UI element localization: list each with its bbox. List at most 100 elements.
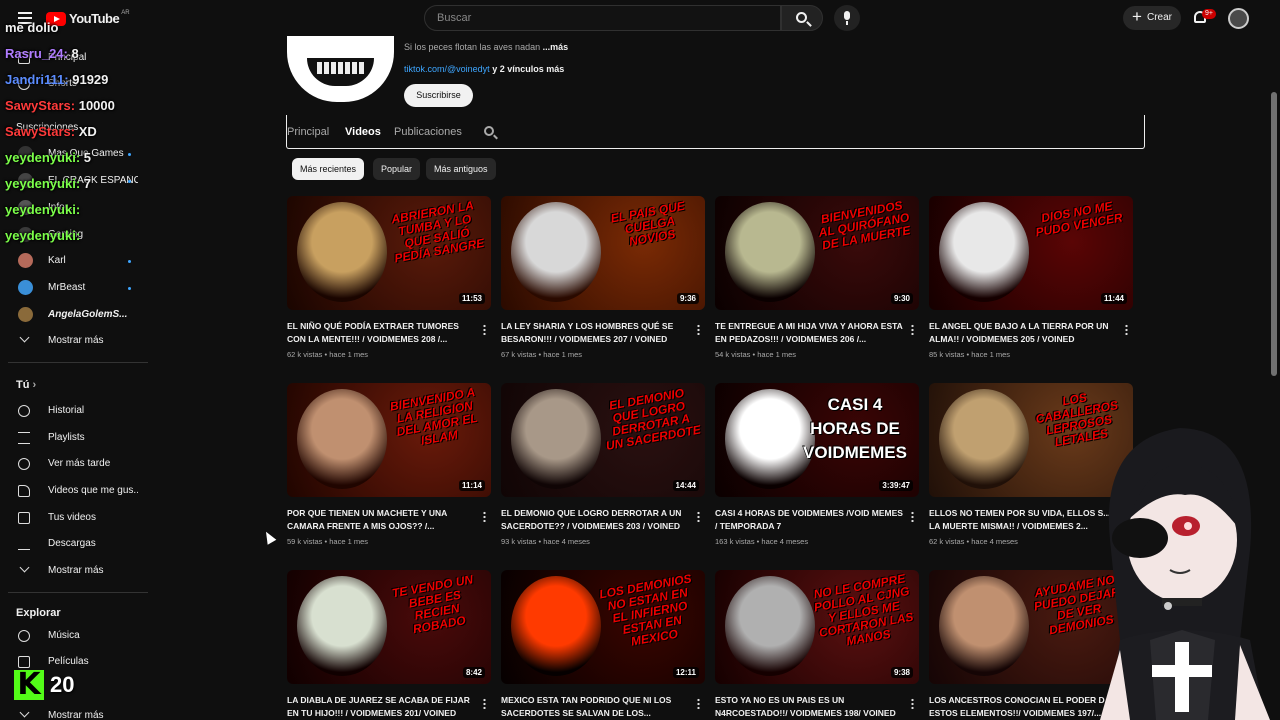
kick-logo: K [14,670,44,700]
video-thumbnail[interactable]: CASI 4 HORAS DE VOIDMEMES 3:39:47 [715,383,919,497]
video-duration: 12:11 [672,667,699,678]
video-thumbnail[interactable]: EL PAIS QUE CUELGA NOVIOS 9:36 [501,196,705,310]
sidebar-item-your-videos[interactable]: Tus videos [0,506,155,530]
chat-message: Rasru_24: 8 [5,46,79,61]
playlists-icon [18,432,30,444]
notification-badge: 9+ [1202,9,1216,19]
search-button[interactable] [781,5,823,31]
download-icon [18,538,30,550]
video-title[interactable]: LOS ANCESTROS CONOCIAN EL PODER D... EST… [929,694,1117,720]
tab-principal[interactable]: Principal [287,126,329,138]
more-options-icon[interactable] [911,698,914,709]
tab-videos[interactable]: Videos [345,126,381,138]
chat-text: 7 [83,176,92,191]
kick-counter: K 20 [14,670,74,700]
chat-user: SawyStars: [5,124,76,139]
chip-popular[interactable]: Popular [373,158,421,180]
sidebar-item-historial[interactable]: Historial [0,399,155,423]
video-title[interactable]: EL DEMONIO QUE LOGRO DERROTAR A UN SACER… [501,507,689,533]
more-options-icon[interactable] [697,698,700,709]
tab-publicaciones[interactable]: Publicaciones [394,126,462,138]
video-title[interactable]: TE ENTREGUE A MI HIJA VIVA Y AHORA ESTA … [715,320,903,346]
video-thumbnail[interactable]: ABRIERON LA TUMBA Y LO QUE SALIÓ PEDÍA S… [287,196,491,310]
thumbnail-text: NO LE COMPRE POLLO AL CJNG Y ELLOS ME CO… [812,571,915,649]
sidebar-item-liked-videos[interactable]: Videos que me gus... [0,479,155,503]
thumbnail-face [725,576,815,676]
subscription-item-mrbeast[interactable]: MrBeast [0,276,155,300]
more-options-icon[interactable] [697,511,700,522]
video-title[interactable]: EL ANGEL QUE BAJO A LA TIERRA POR UN ALM… [929,320,1117,346]
chat-message: yeydenyuki: 5 [5,150,91,165]
create-button[interactable]: Crear [1123,6,1181,30]
video-title[interactable]: LA DIABLA DE JUAREZ SE ACABA DE FIJAR EN… [287,694,475,720]
chat-message: me dolio [5,20,58,35]
chip-oldest[interactable]: Más antiguos [426,158,496,180]
video-thumbnail[interactable]: TE VENDO UN BEBE ES RECIEN ROBADO 8:42 [287,570,491,684]
thumbnail-text: EL DEMONIO QUE LOGRO DERROTAR A UN SACER… [604,385,702,453]
thumbnail-face [511,576,601,676]
divider [8,362,148,363]
scrollbar-thumb[interactable] [1271,92,1277,376]
more-options-icon[interactable] [697,324,700,335]
voice-search-icon[interactable] [834,5,860,31]
search-icon [484,126,494,136]
youtube-logo[interactable]: YouTube AR [46,10,130,26]
more-options-icon[interactable] [483,698,486,709]
more-link[interactable]: ...más [543,42,569,52]
video-thumbnail[interactable]: BIENVENIDOS AL QUIRÓFANO DE LA MUERTE 9:3… [715,196,919,310]
subscription-item-angela[interactable]: AngelaGolemS... [0,303,155,327]
show-more-button[interactable]: Mostrar más [0,559,155,583]
video-title[interactable]: MEXICO ESTA TAN PODRIDO QUE NI LOS SACER… [501,694,689,720]
video-duration: 9:36 [676,293,699,304]
video-title[interactable]: EL NIÑO QUÉ PODÍA EXTRAER TUMORES CON LA… [287,320,475,346]
video-thumbnail[interactable]: DIOS NO ME PUDO VENCER 11:44 [929,196,1133,310]
video-title[interactable]: LA LEY SHARIA Y LOS HOMBRES QUÉ SE BESAR… [501,320,689,346]
video-title[interactable]: ESTO YA NO ES UN PAIS ES UN N4RCOESTADO!… [715,694,903,720]
video-thumbnail[interactable]: LOS DEMONIOS NO ESTAN EN EL INFIERNO EST… [501,570,705,684]
more-options-icon[interactable] [483,511,486,522]
chat-user: SawyStars: [5,98,76,113]
search-input[interactable]: Buscar [424,5,781,31]
chevron-down-icon [19,562,30,573]
sidebar-item-label: Historial [48,405,85,416]
subscribe-button[interactable]: Suscribirse [404,84,473,107]
thumbnail-face [297,202,387,302]
more-links[interactable]: y 2 vínculos más [492,64,564,74]
video-title[interactable]: ELLOS NO TEMEN POR SU VIDA, ELLOS S... L… [929,507,1117,533]
chat-user: Rasru_24: [5,46,68,61]
video-title[interactable]: CASI 4 HORAS DE VOIDMEMES /VOID MEMES / … [715,507,903,533]
video-thumbnail[interactable]: BIENVENIDO A LA RELIGION DEL AMOR EL ISL… [287,383,491,497]
more-options-icon[interactable] [911,511,914,522]
subscription-label: AngelaGolemS... [48,309,128,320]
avatar[interactable] [1228,8,1249,29]
history-icon [18,405,30,417]
video-duration: 14:44 [672,480,699,491]
video-thumbnail[interactable]: NO LE COMPRE POLLO AL CJNG Y ELLOS ME CO… [715,570,919,684]
sidebar-item-music[interactable]: Música [0,624,155,648]
thumbnail-text: EL PAIS QUE CUELGA NOVIOS [609,198,686,249]
you-heading[interactable]: Tú › [16,379,36,391]
channel-description[interactable]: Si los peces flotan las aves nadan ...má… [404,42,568,52]
show-more-button[interactable]: Mostrar más [0,704,155,720]
subscription-item-karl[interactable]: Karl [0,249,155,273]
new-content-dot [128,180,131,183]
channel-link[interactable]: tiktok.com/@voinedyt [404,64,490,74]
show-more-label: Mostrar más [48,335,104,346]
avatar [18,253,33,268]
chat-user: yeydenyuki: [5,228,81,243]
sidebar-item-watch-later[interactable]: Ver más tarde [0,452,155,476]
show-more-button[interactable]: Mostrar más [0,329,155,353]
your-videos-icon [18,512,30,524]
more-options-icon[interactable] [1125,324,1128,335]
more-options-icon[interactable] [911,324,914,335]
chip-recent[interactable]: Más recientes [292,158,365,180]
counter-value: 20 [50,672,75,697]
video-title[interactable]: POR QUE TIENEN UN MACHETE Y UNA CAMARA F… [287,507,475,533]
video-meta: 54 k vistas • hace 1 mes [715,350,796,359]
explore-heading: Explorar [16,607,61,619]
sidebar-item-playlists[interactable]: Playlists [0,426,155,450]
thumbnail-face [725,202,815,302]
more-options-icon[interactable] [483,324,486,335]
video-thumbnail[interactable]: EL DEMONIO QUE LOGRO DERROTAR A UN SACER… [501,383,705,497]
sidebar-item-downloads[interactable]: Descargas [0,532,155,556]
